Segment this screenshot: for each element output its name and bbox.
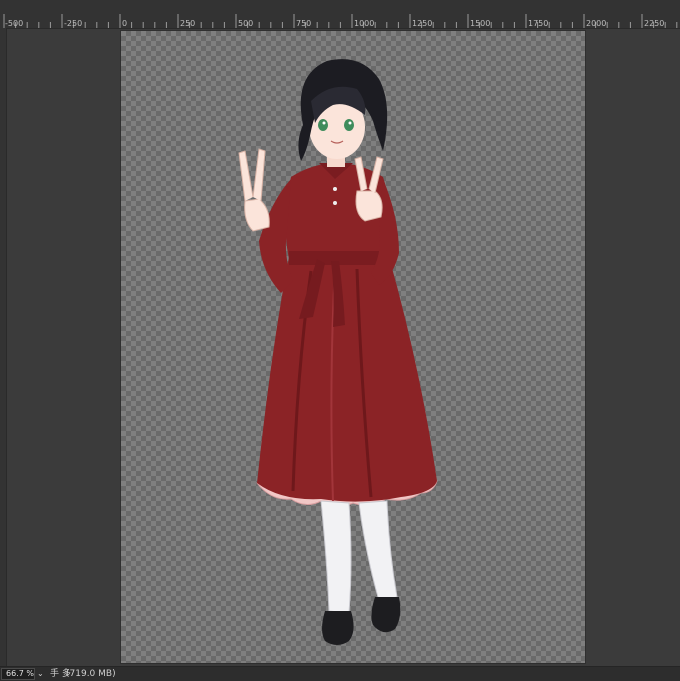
ruler-label: 1250 (412, 19, 433, 28)
ruler-label: 750 (296, 19, 312, 28)
ruler-label: -500 (5, 19, 24, 28)
ruler-label: 2250 (644, 19, 665, 28)
ruler-label: 1750 (528, 19, 549, 28)
ruler-label: 1000 (354, 19, 375, 28)
ruler-label: 500 (238, 19, 254, 28)
character-illustration (238, 59, 438, 645)
zoom-level-field[interactable]: 66.7 % (1, 668, 35, 680)
ruler-label: 250 (180, 19, 196, 28)
status-bar: 66.7 % ⌄ 手 多 (719.0 MB) (0, 666, 680, 681)
ruler-label: 1500 (470, 19, 491, 28)
memory-usage: (719.0 MB) (66, 669, 116, 679)
vertical-ruler[interactable] (0, 28, 7, 666)
ruler-label: 0 (122, 19, 128, 28)
ruler-label: 2000 (586, 19, 607, 28)
document-canvas[interactable] (121, 31, 585, 663)
chevron-down-icon[interactable]: ⌄ (37, 667, 44, 681)
ruler-ticks (3, 14, 678, 28)
horizontal-ruler[interactable]: -500 -250 0 250 500 750 1000 1250 1500 1… (0, 0, 680, 29)
ruler-label: -250 (64, 19, 83, 28)
